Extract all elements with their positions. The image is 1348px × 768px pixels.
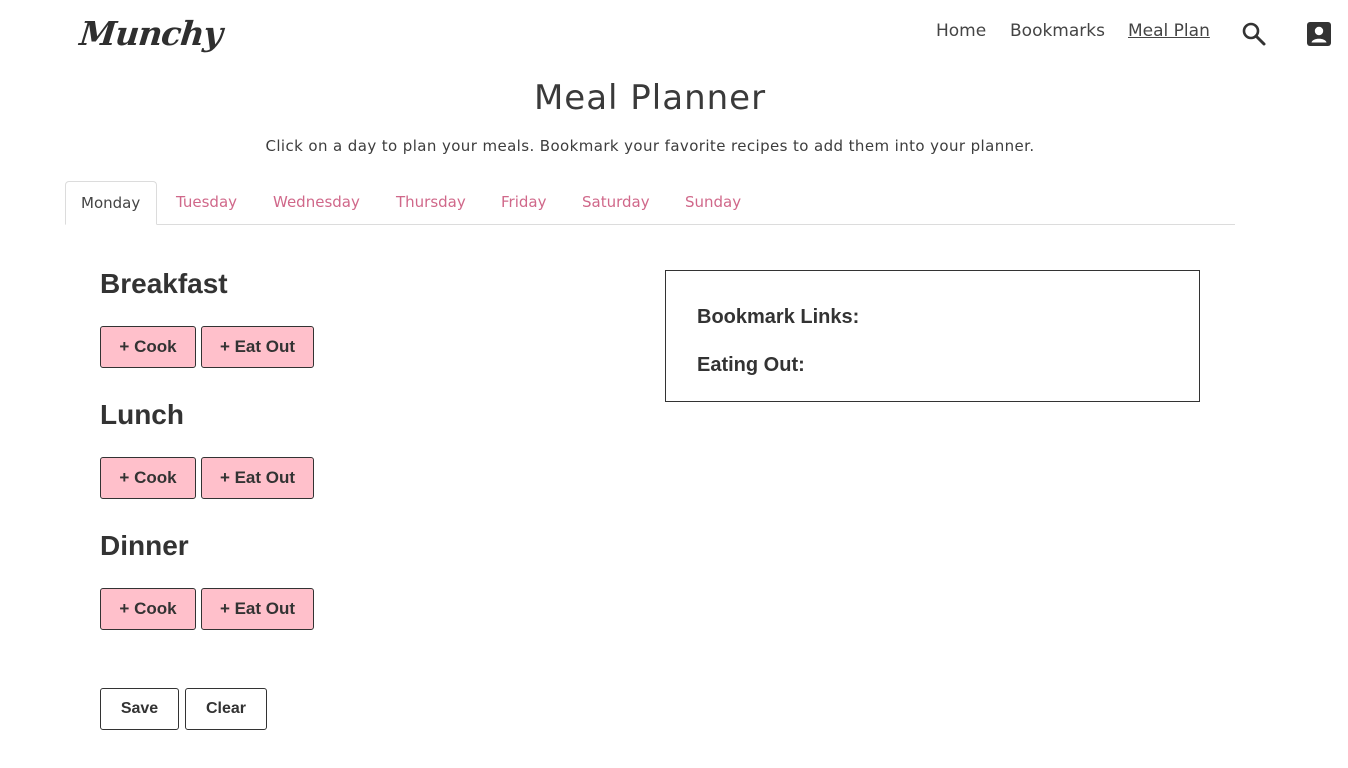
bookmark-links-label: Bookmark Links:: [697, 306, 860, 328]
dinner-heading: Dinner: [100, 530, 189, 561]
tab-thursday[interactable]: Thursday: [381, 181, 481, 224]
dinner-eat-out-button[interactable]: + Eat Out: [201, 588, 314, 630]
search-icon[interactable]: [1240, 20, 1268, 48]
tab-monday[interactable]: Monday: [65, 181, 157, 225]
lunch-heading: Lunch: [100, 399, 184, 430]
tab-tuesday[interactable]: Tuesday: [161, 181, 252, 224]
breakfast-heading: Breakfast: [100, 268, 228, 299]
nav-link-bookmarks[interactable]: Bookmarks: [1010, 21, 1105, 41]
nav-link-meal-plan[interactable]: Meal Plan: [1128, 21, 1210, 41]
nav-link-home[interactable]: Home: [936, 21, 986, 41]
page-subtitle: Click on a day to plan your meals. Bookm…: [265, 137, 1035, 155]
eating-out-label: Eating Out:: [697, 354, 805, 376]
tab-sunday[interactable]: Sunday: [670, 181, 756, 224]
tab-wednesday[interactable]: Wednesday: [258, 181, 375, 224]
lunch-eat-out-button[interactable]: + Eat Out: [201, 457, 314, 499]
planner-summary-panel: Bookmark Links: Eating Out:: [665, 270, 1200, 402]
breakfast-eat-out-button[interactable]: + Eat Out: [201, 326, 314, 368]
dinner-cook-button[interactable]: + Cook: [100, 588, 196, 630]
clear-button[interactable]: Clear: [185, 688, 267, 730]
breakfast-cook-button[interactable]: + Cook: [100, 326, 196, 368]
lunch-cook-button[interactable]: + Cook: [100, 457, 196, 499]
page-title: Meal Planner: [533, 78, 767, 118]
account-icon[interactable]: [1305, 20, 1333, 48]
day-tabs: Monday Tuesday Wednesday Thursday Friday…: [65, 181, 1235, 225]
tab-friday[interactable]: Friday: [486, 181, 561, 224]
save-button[interactable]: Save: [100, 688, 179, 730]
navbar: Munchy Home Bookmarks Meal Plan: [0, 0, 1348, 72]
tab-saturday[interactable]: Saturday: [567, 181, 665, 224]
brand-logo[interactable]: Munchy: [78, 14, 224, 53]
